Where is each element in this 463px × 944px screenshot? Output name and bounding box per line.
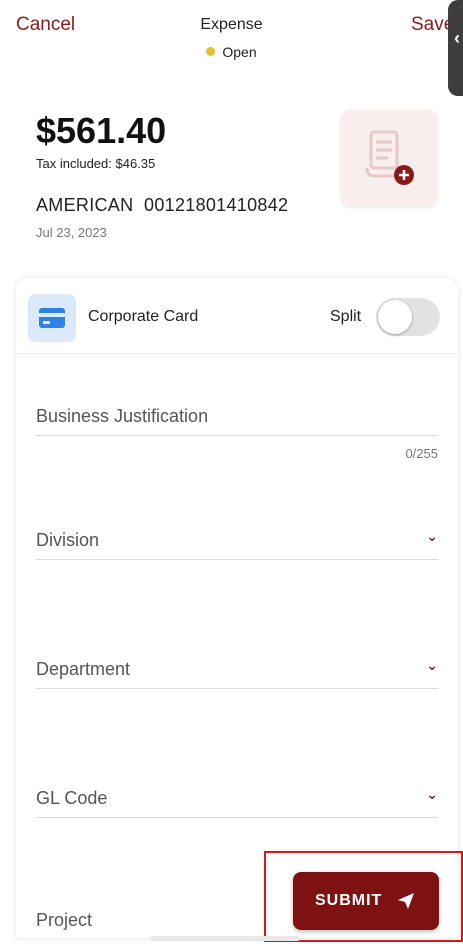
expense-form-card: Corporate Card Split Business Justificat… xyxy=(16,278,458,938)
division-label: Division xyxy=(36,530,100,550)
chevron-down-icon: ⌄ xyxy=(426,657,438,673)
submit-button[interactable]: SUBMIT xyxy=(293,872,439,930)
status-badge: Open xyxy=(0,44,463,60)
merchant-name: AMERICAN 00121801410842 xyxy=(36,195,289,215)
project-label[interactable]: Project xyxy=(36,910,92,931)
expense-amount: $561.40 xyxy=(36,110,167,151)
payment-method-label: Corporate Card xyxy=(88,308,199,325)
gl-code-label: GL Code xyxy=(36,788,108,808)
tax-included: Tax included: $46.35 xyxy=(36,156,156,171)
department-label: Department xyxy=(36,659,131,679)
credit-card-icon xyxy=(28,294,76,342)
chevron-left-icon: ‹ xyxy=(454,28,460,48)
character-counter: 0/255 xyxy=(405,446,438,461)
add-receipt-button[interactable] xyxy=(341,110,437,206)
status-label: Open xyxy=(222,44,257,60)
gl-code-select[interactable]: GL Code ⌄ xyxy=(36,782,438,818)
status-dot-icon xyxy=(206,47,216,56)
business-justification-label: Business Justification xyxy=(36,406,209,426)
chevron-down-icon: ⌄ xyxy=(426,786,438,802)
split-toggle[interactable] xyxy=(376,298,440,336)
chevron-down-icon: ⌄ xyxy=(426,528,438,544)
side-panel-handle[interactable]: ‹ xyxy=(448,0,463,96)
department-select[interactable]: Department ⌄ xyxy=(36,653,438,689)
receipt-add-icon xyxy=(365,130,414,185)
division-select[interactable]: Division ⌄ xyxy=(36,524,438,560)
home-indicator xyxy=(150,936,300,941)
submit-label: SUBMIT xyxy=(315,892,383,909)
send-icon xyxy=(398,893,414,909)
business-justification-field[interactable]: Business Justification xyxy=(36,400,438,436)
split-label: Split xyxy=(330,308,362,325)
page-title: Expense xyxy=(200,16,263,33)
payment-method-row[interactable]: Corporate Card Split xyxy=(16,278,458,354)
expense-date: Jul 23, 2023 xyxy=(36,225,107,240)
toggle-knob xyxy=(378,300,412,334)
